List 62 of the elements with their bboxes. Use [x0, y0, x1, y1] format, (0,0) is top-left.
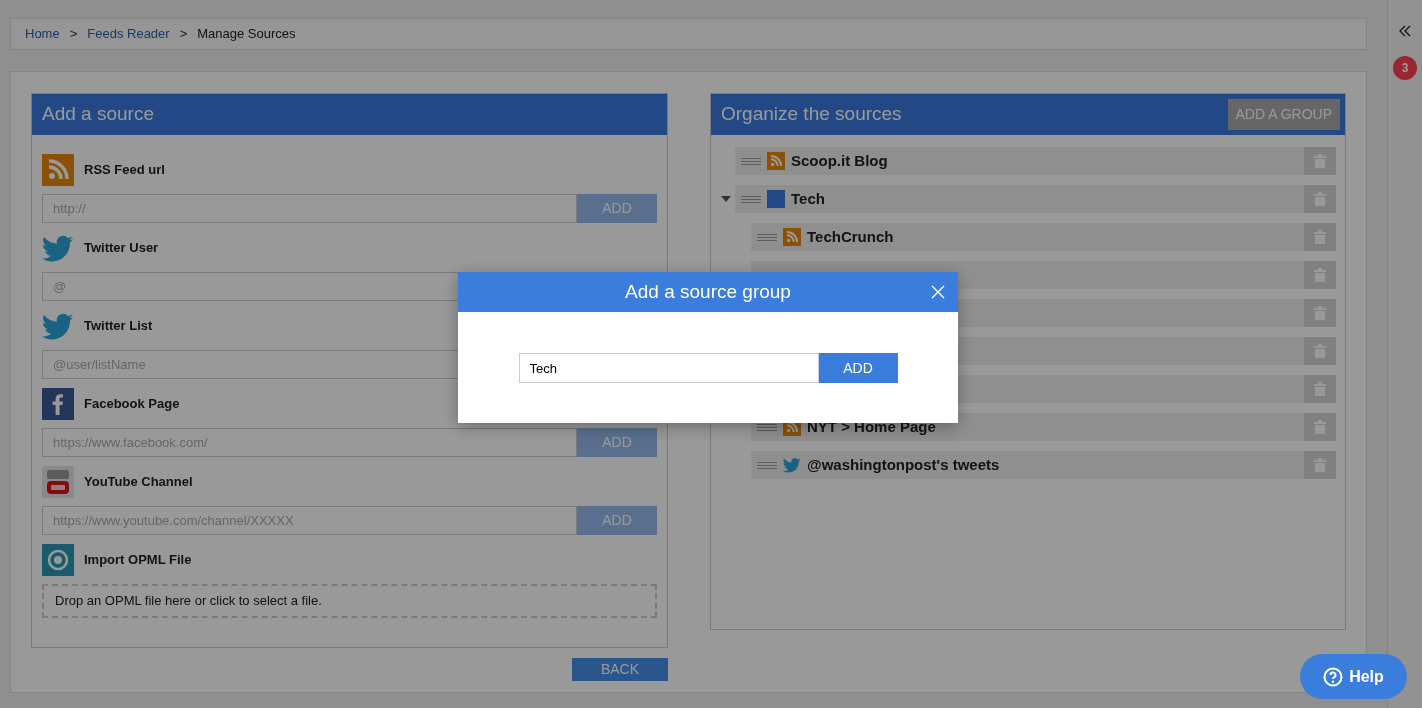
close-button[interactable]: [930, 284, 946, 300]
trash-icon: [1314, 344, 1326, 358]
add-button[interactable]: ADD: [818, 353, 898, 383]
help-icon: [1323, 666, 1344, 687]
delete-button[interactable]: [1304, 337, 1336, 365]
delete-button[interactable]: [1304, 147, 1336, 175]
delete-button[interactable]: [1304, 261, 1336, 289]
collapse-icon[interactable]: [1398, 24, 1412, 38]
delete-button[interactable]: [1304, 451, 1336, 479]
drag-handle-icon[interactable]: [741, 195, 761, 203]
group-name-field[interactable]: Tech: [518, 353, 819, 383]
trash-icon: [1314, 192, 1326, 206]
trash-icon: [1314, 268, 1326, 282]
trash-icon: [1314, 230, 1326, 244]
notification-badge[interactable]: 3: [1393, 56, 1417, 80]
card-header: Add a source: [32, 94, 667, 135]
separator-text: >: [179, 25, 188, 44]
source-name: Scoop.it Blog: [791, 150, 889, 171]
drag-handle-icon[interactable]: [741, 157, 761, 165]
section-label: Twitter User: [84, 239, 159, 258]
section-label: Import OPML File: [84, 551, 192, 570]
separator-text: >: [69, 25, 78, 44]
drag-handle-icon[interactable]: [757, 233, 777, 241]
target-icon: [42, 544, 74, 576]
breadcrumb-link[interactable]: Feeds Reader: [87, 24, 170, 44]
delete-button[interactable]: [1304, 185, 1336, 213]
bird-icon: [783, 456, 801, 474]
delete-button[interactable]: [1304, 223, 1336, 251]
rss-icon: [783, 228, 801, 246]
youtube-icon: [42, 466, 74, 498]
breadcrumb-current: Manage Sources: [197, 25, 296, 44]
drag-handle-icon[interactable]: [757, 461, 777, 469]
file-drop-zone[interactable]: Drop an OPML file here or click to select a file.: [42, 584, 657, 618]
source-name: Tech: [791, 188, 826, 209]
collapse-caret-icon[interactable]: [721, 196, 731, 202]
card-title: Organize the sources: [721, 102, 902, 127]
source-name: @washingtonpost's tweets: [807, 454, 1001, 475]
source-row[interactable]: TechCrunch: [751, 223, 1304, 251]
folder-square-icon: [767, 190, 785, 208]
trash-icon: [1314, 382, 1326, 396]
trash-icon: [1314, 458, 1326, 472]
rss-icon: [767, 152, 785, 170]
delete-button[interactable]: [1304, 375, 1336, 403]
trash-icon: [1314, 420, 1326, 434]
section-label: YouTube Channel: [84, 473, 193, 492]
section-label: Facebook Page: [84, 395, 180, 414]
section-label: Twitter List: [84, 317, 153, 336]
source-row[interactable]: Scoop.it Blog: [735, 147, 1304, 175]
trash-icon: [1314, 154, 1326, 168]
source-name: TechCrunch: [807, 226, 895, 247]
section-label: RSS Feed url: [84, 161, 165, 180]
rss-icon: [42, 154, 74, 186]
breadcrumb-link[interactable]: Home: [25, 24, 60, 44]
source-row[interactable]: @washingtonpost's tweets: [751, 451, 1304, 479]
source-row[interactable]: Tech: [735, 185, 1304, 213]
facebook-icon: [42, 388, 74, 420]
drag-handle-icon[interactable]: [757, 423, 777, 431]
trash-icon: [1314, 306, 1326, 320]
delete-button[interactable]: [1304, 299, 1336, 327]
help-button[interactable]: Help: [1300, 654, 1407, 699]
delete-button[interactable]: [1304, 413, 1336, 441]
back-button[interactable]: BACK: [572, 658, 668, 681]
